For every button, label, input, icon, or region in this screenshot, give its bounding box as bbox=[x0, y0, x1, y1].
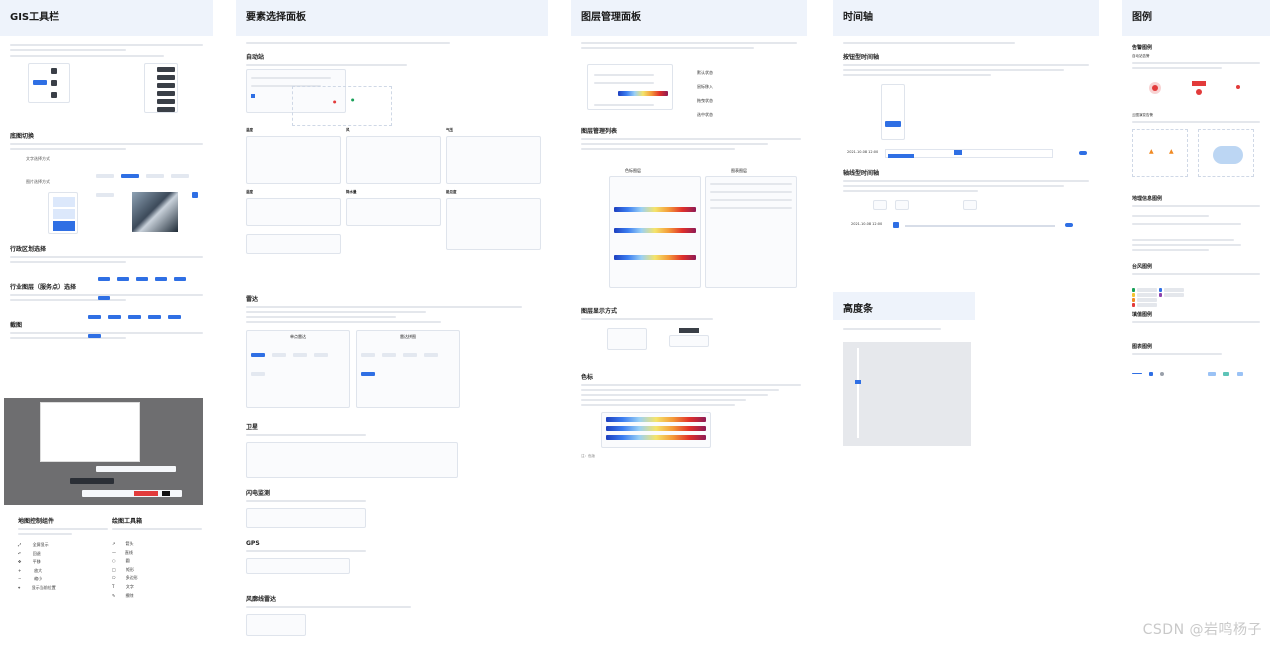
auto-station-map: ● ● bbox=[292, 86, 392, 126]
legend-header: 图例 bbox=[1122, 0, 1270, 36]
layer-list-demo: 色标图层 图表图层 bbox=[601, 168, 801, 292]
color-scale-heading: 色标 bbox=[581, 374, 594, 381]
layer-panel-title: 图层管理面板 bbox=[581, 12, 641, 23]
legend-title: 图例 bbox=[1132, 12, 1152, 23]
geo-legend-heading: 地理信息图例 bbox=[1132, 196, 1163, 202]
industry-layer-chips bbox=[88, 306, 203, 338]
toolbar-active-button[interactable] bbox=[33, 80, 47, 85]
satellite-heading: 卫星 bbox=[246, 424, 259, 431]
temp-options[interactable] bbox=[246, 136, 341, 184]
chart-legend-items bbox=[1132, 363, 1260, 376]
basemap-thumbnails[interactable] bbox=[132, 192, 178, 232]
map-control-item[interactable]: − 缩小 bbox=[18, 575, 108, 584]
chart-legend-heading: 图表图例 bbox=[1132, 344, 1153, 350]
feature-panel-title: 要素选择面板 bbox=[246, 12, 306, 23]
wind-options[interactable] bbox=[346, 136, 441, 184]
lightning-heading: 闪电监测 bbox=[246, 490, 271, 497]
drawing-tool-item[interactable]: ○ 圆 bbox=[112, 557, 202, 566]
radar-mosaic-panel: 雷达拼图 bbox=[356, 330, 460, 408]
drawing-tool-item[interactable]: ⬠ 多边形 bbox=[112, 574, 202, 583]
height-bar-column: 高度条 bbox=[833, 292, 975, 452]
satellite-panel[interactable] bbox=[246, 442, 458, 478]
drawing-tools-list: ↗ 箭头 — 直线 ○ 圆 □ 矩形 ⬠ 多边形 T 文字 ✎ 擦除 bbox=[112, 540, 202, 600]
color-legend-layers bbox=[609, 176, 701, 288]
basemap-text-options bbox=[96, 165, 203, 197]
map-control-item[interactable]: ✥ 平移 bbox=[18, 558, 108, 567]
wind-profiler-heading: 风廓线雷达 bbox=[246, 596, 277, 603]
height-bar-preview bbox=[843, 342, 971, 446]
color-scale-footnote: 注：色版 bbox=[581, 454, 595, 458]
height-bar-header: 高度条 bbox=[833, 292, 975, 320]
drawing-tools-heading: 绘图工具箱 bbox=[112, 518, 143, 525]
layer-states-panel bbox=[587, 64, 673, 110]
gis-toolbar-column: GIS工具栏 底图切换 文字选择方式 图片选择方式 行政区划选择 行业图层（服务… bbox=[0, 0, 213, 651]
auto-station-heading: 自动站 bbox=[246, 54, 265, 61]
layer-states-list: 默认状态 鼠标移入 拖曳状态 选中状态 bbox=[697, 70, 713, 117]
data-layers bbox=[705, 176, 797, 288]
drawing-tool-item[interactable]: — 直线 bbox=[112, 549, 202, 558]
toolbar-mock bbox=[10, 63, 203, 123]
basemap-image-options bbox=[10, 188, 203, 236]
height-slider-thumb[interactable] bbox=[855, 380, 861, 384]
drawing-tool-item[interactable]: T 文字 bbox=[112, 583, 202, 592]
axis-timeline-bar: 2021.10.08 12:00 bbox=[843, 220, 1093, 232]
map-control-item[interactable]: ↶ 回退 bbox=[18, 550, 108, 559]
gps-panel[interactable] bbox=[246, 558, 350, 574]
layer-panel-column: 图层管理面板 默认状态 鼠标移入 拖曳状态 选中状态 图层管理列表 色标图层 图… bbox=[571, 0, 807, 651]
layer-panel-header: 图层管理面板 bbox=[571, 0, 807, 36]
map-control-item[interactable]: ⤢ 全屏显示 bbox=[18, 541, 108, 550]
map-control-item[interactable]: ⌖ 显示当前位置 bbox=[18, 584, 108, 593]
gis-toolbar-title: GIS工具栏 bbox=[10, 12, 60, 23]
button-timeline-bar: 2021.10.08 12:00 bbox=[843, 148, 1093, 160]
radar-alarm-samples: ▲ ▲ bbox=[1132, 129, 1260, 179]
pressure-options[interactable] bbox=[446, 136, 541, 184]
feature-grid: 温度 风 气压 湿度 降水量 能见度 bbox=[246, 128, 541, 270]
height-bar-title: 高度条 bbox=[843, 304, 873, 315]
lightning-panel[interactable] bbox=[246, 508, 366, 528]
gps-heading: GPS bbox=[246, 540, 260, 547]
timeline-header: 时间轴 bbox=[833, 0, 1099, 36]
map-controls-heading: 地图控制组件 bbox=[18, 518, 55, 525]
legend-column: 图例 告警图例 自动站告警 云图演变告警 ▲ ▲ 地理信息图例 台风图例 填值图… bbox=[1122, 0, 1270, 651]
button-timeline-heading: 按钮型时间轴 bbox=[843, 54, 880, 61]
timeline-title: 时间轴 bbox=[843, 12, 873, 23]
watermark: CSDN @岩鸣杨子 bbox=[1142, 622, 1262, 638]
fill-legend-heading: 填值图例 bbox=[1132, 312, 1153, 318]
layer-list-heading: 图层管理列表 bbox=[581, 128, 618, 135]
radar-heading: 雷达 bbox=[246, 296, 259, 303]
feature-panel-column: 要素选择面板 自动站 ● ● 温度 风 气压 湿度 降水量 能见度 雷达 单点雷… bbox=[236, 0, 548, 651]
autoplay-toggle[interactable] bbox=[1079, 151, 1087, 155]
wind-profiler-panel[interactable] bbox=[246, 614, 306, 636]
screenshot-selection-area[interactable] bbox=[40, 402, 140, 462]
typhoon-legend-heading: 台风图例 bbox=[1132, 264, 1153, 270]
map-control-item[interactable]: + 放大 bbox=[18, 567, 108, 576]
gis-toolbar-header: GIS工具栏 bbox=[0, 0, 213, 36]
typhoon-legend-items bbox=[1132, 279, 1260, 307]
text-select-mode-label: 文字选择方式 bbox=[26, 156, 50, 161]
auto-alarm-samples bbox=[1132, 75, 1260, 103]
timeline-column: 时间轴 按钮型时间轴 2021.10.08 12:00 轴线型时间轴 2021.… bbox=[833, 0, 1099, 260]
basemap-switch-heading: 底图切换 bbox=[10, 133, 35, 140]
map-controls-list: ⤢ 全屏显示 ↶ 回退 ✥ 平移 + 放大 − 缩小 ⌖ 显示当前位置 bbox=[18, 541, 108, 593]
radar-single-panel: 单点雷达 bbox=[246, 330, 350, 408]
drawing-tool-item[interactable]: ↗ 箭头 bbox=[112, 540, 202, 549]
alarm-legend-heading: 告警图例 bbox=[1132, 45, 1153, 51]
screenshot-preview bbox=[4, 398, 203, 505]
admin-region-chips bbox=[98, 268, 203, 300]
drawing-tool-item[interactable]: ✎ 擦除 bbox=[112, 592, 202, 601]
layer-display-heading: 图层显示方式 bbox=[581, 308, 618, 315]
axis-timeline-heading: 轴线型时间轴 bbox=[843, 170, 880, 177]
admin-select-heading: 行政区划选择 bbox=[10, 246, 47, 253]
drawing-tool-item[interactable]: □ 矩形 bbox=[112, 566, 202, 575]
color-scale-preview bbox=[601, 412, 711, 448]
feature-panel-header: 要素选择面板 bbox=[236, 0, 548, 36]
timeline-vertical-buttons bbox=[881, 84, 905, 140]
